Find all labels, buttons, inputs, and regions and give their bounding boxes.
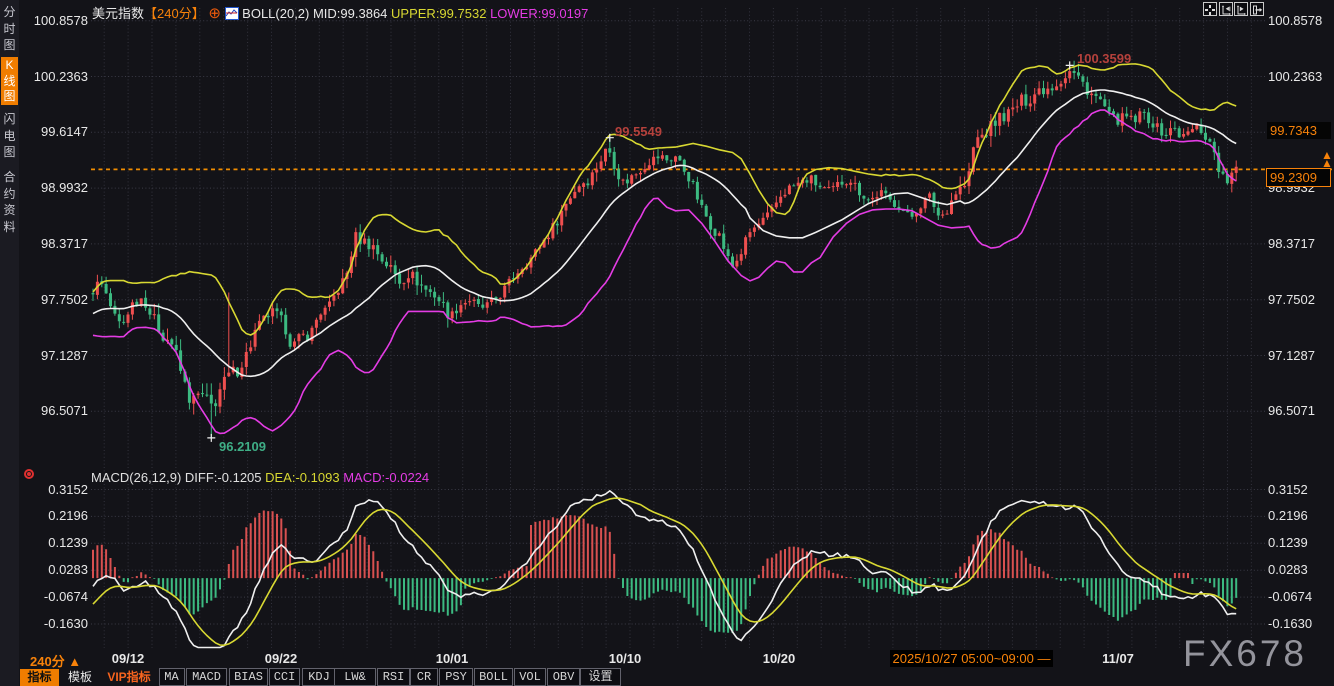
svg-text:96.2109: 96.2109 [219, 439, 266, 454]
svg-text:100.3599: 100.3599 [1077, 51, 1131, 66]
svg-text:99.5549: 99.5549 [615, 124, 662, 139]
